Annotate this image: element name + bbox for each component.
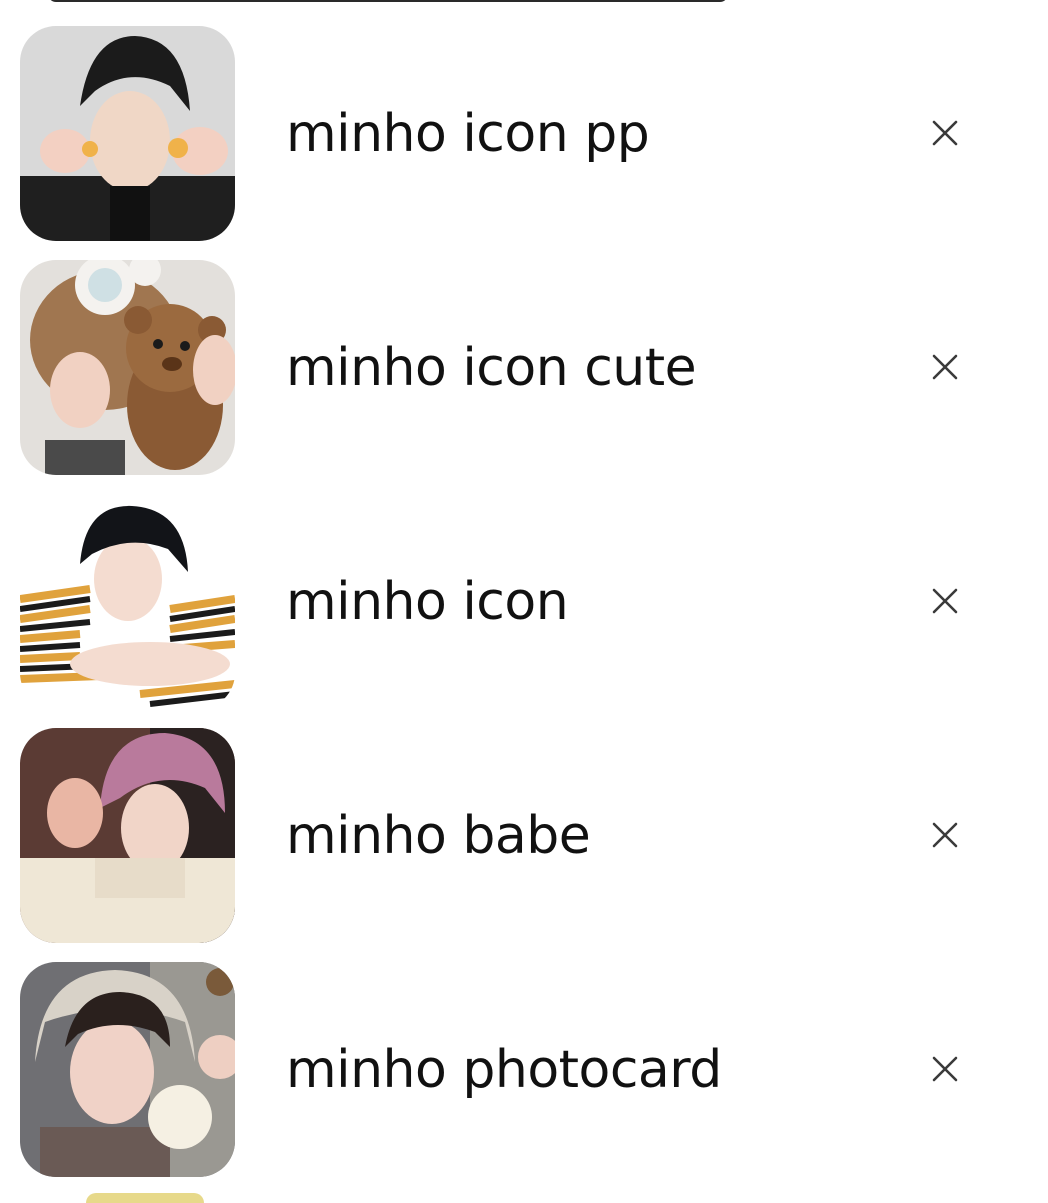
search-thumbnail	[20, 260, 235, 475]
photo-thumbnail-image	[20, 260, 235, 475]
search-bar-edge	[48, 0, 728, 2]
photo-thumbnail-image	[20, 494, 235, 709]
remove-search-button[interactable]	[914, 1043, 976, 1095]
remove-search-button[interactable]	[914, 809, 976, 861]
close-icon	[932, 822, 958, 848]
search-query-label: minho babe	[286, 805, 591, 866]
close-icon	[932, 588, 958, 614]
remove-search-button[interactable]	[914, 575, 976, 627]
recent-search-row[interactable]: minho babe	[0, 728, 1048, 962]
search-query-label: minho icon	[286, 571, 569, 632]
search-thumbnail	[20, 728, 235, 943]
photo-thumbnail-image	[20, 26, 235, 241]
next-row-thumbnail-partial	[86, 1193, 204, 1203]
close-icon	[932, 354, 958, 380]
recent-search-row[interactable]: minho icon	[0, 494, 1048, 728]
close-icon	[932, 1056, 958, 1082]
search-thumbnail	[20, 494, 235, 709]
search-thumbnail	[20, 26, 235, 241]
search-query-label: minho icon cute	[286, 337, 697, 398]
remove-search-button[interactable]	[914, 107, 976, 159]
search-query-label: minho icon pp	[286, 103, 650, 164]
photo-thumbnail-image	[20, 962, 235, 1177]
recent-search-row[interactable]: minho icon pp	[0, 26, 1048, 260]
photo-thumbnail-image	[20, 728, 235, 943]
recent-search-row[interactable]: minho photocard	[0, 962, 1048, 1196]
recent-search-row[interactable]: minho icon cute	[0, 260, 1048, 494]
recent-searches-list: minho icon pp minho icon cute minho icon…	[0, 26, 1048, 1196]
close-icon	[932, 120, 958, 146]
search-thumbnail	[20, 962, 235, 1177]
search-query-label: minho photocard	[286, 1039, 722, 1100]
remove-search-button[interactable]	[914, 341, 976, 393]
